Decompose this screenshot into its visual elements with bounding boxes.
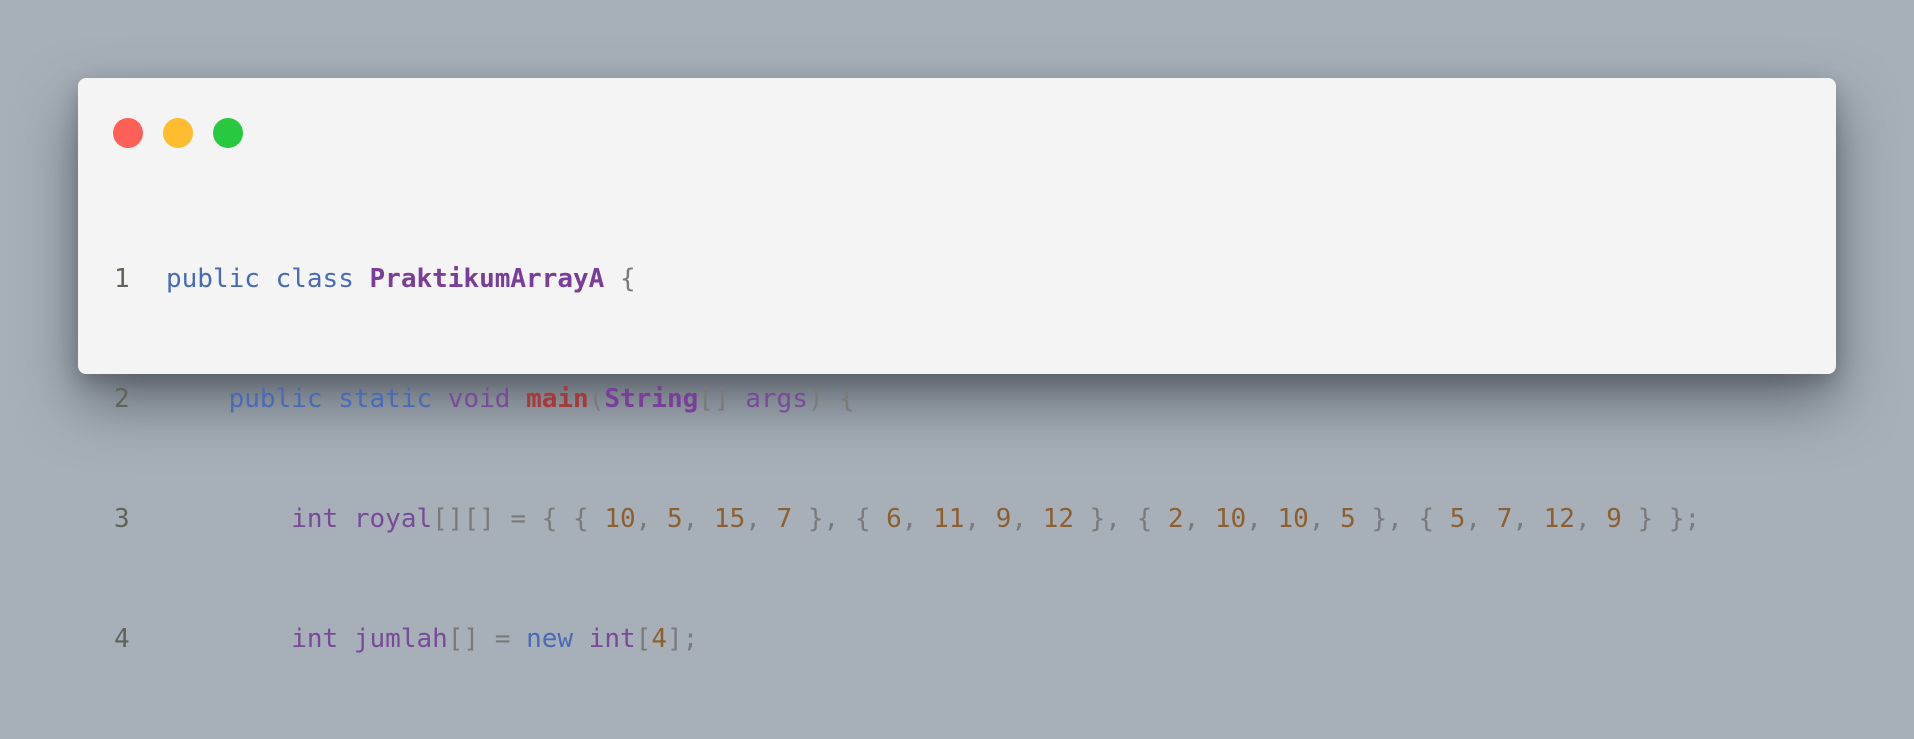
code-token: , bbox=[964, 504, 996, 534]
code-token: , bbox=[1465, 504, 1497, 534]
code-token: int bbox=[291, 504, 339, 534]
code-token: 5 bbox=[1449, 504, 1466, 534]
code-token: { bbox=[604, 264, 636, 294]
code-line: 1 public class PraktikumArrayA { bbox=[114, 259, 1700, 299]
code-token: [][] = { { bbox=[432, 504, 605, 534]
code-token: int bbox=[291, 624, 339, 654]
code-line-text: int royal[][] = { { 10, 5, 15, 7 }, { 6,… bbox=[166, 499, 1700, 539]
line-number: 2 bbox=[114, 384, 130, 414]
code-token: PraktikumArrayA bbox=[369, 264, 605, 294]
code-token: royal bbox=[353, 504, 433, 534]
code-token: 12 bbox=[1042, 504, 1074, 534]
code-block: 1 public class PraktikumArrayA { 2 publi… bbox=[114, 179, 1700, 739]
minimize-dot-icon[interactable] bbox=[163, 118, 193, 148]
code-token: String bbox=[604, 384, 699, 414]
code-token: class bbox=[275, 264, 354, 294]
code-token: [] bbox=[698, 384, 746, 414]
code-line: 2 public static void main(String[] args)… bbox=[114, 379, 1700, 419]
code-token: 2 bbox=[1167, 504, 1184, 534]
code-token: , bbox=[1246, 504, 1278, 534]
code-token: [] = bbox=[447, 624, 527, 654]
code-token: , bbox=[1512, 504, 1544, 534]
code-token: ( bbox=[588, 384, 605, 414]
code-token: [ bbox=[635, 624, 652, 654]
code-token: static bbox=[338, 384, 433, 414]
code-token: 12 bbox=[1543, 504, 1575, 534]
code-token: , bbox=[901, 504, 934, 534]
close-dot-icon[interactable] bbox=[113, 118, 143, 148]
code-token: , bbox=[1308, 504, 1341, 534]
code-token: jumlah bbox=[353, 624, 448, 654]
code-token: main bbox=[526, 384, 589, 414]
window-controls bbox=[113, 118, 243, 148]
code-token: 9 bbox=[995, 504, 1012, 534]
code-token: public bbox=[228, 384, 323, 414]
line-number: 1 bbox=[114, 264, 130, 294]
code-token: 5 bbox=[1340, 504, 1356, 534]
code-token: 15 bbox=[713, 504, 746, 534]
code-token: ]; bbox=[666, 624, 699, 654]
code-token: args bbox=[745, 384, 808, 414]
code-line-text: public class PraktikumArrayA { bbox=[166, 259, 636, 299]
code-line-text: public static void main(String[] args) { bbox=[166, 379, 855, 419]
code-token: void bbox=[447, 384, 511, 414]
code-token: 7 bbox=[1496, 504, 1513, 534]
code-token: 11 bbox=[933, 504, 965, 534]
code-token: 6 bbox=[886, 504, 902, 534]
maximize-dot-icon[interactable] bbox=[213, 118, 243, 148]
code-token: , bbox=[1183, 504, 1215, 534]
code-token: ) { bbox=[807, 384, 855, 414]
code-token: 10 bbox=[1214, 504, 1247, 534]
code-token: }, { bbox=[1355, 504, 1450, 534]
code-token: 10 bbox=[1277, 504, 1309, 534]
code-token: , bbox=[1574, 504, 1607, 534]
code-token: 5 bbox=[666, 504, 683, 534]
code-token: }, { bbox=[1074, 504, 1168, 534]
code-token: 4 bbox=[651, 624, 667, 654]
code-token: public bbox=[166, 264, 260, 294]
code-token: }, { bbox=[792, 504, 887, 534]
code-token: int bbox=[588, 624, 636, 654]
code-line-text: int jumlah[] = new int[4]; bbox=[166, 619, 698, 659]
code-token: , bbox=[682, 504, 714, 534]
code-token: , bbox=[745, 504, 777, 534]
code-token: 9 bbox=[1606, 504, 1622, 534]
code-line: 3 int royal[][] = { { 10, 5, 15, 7 }, { … bbox=[114, 499, 1700, 539]
code-token: 10 bbox=[604, 504, 636, 534]
code-window: 1 public class PraktikumArrayA { 2 publi… bbox=[78, 78, 1836, 654]
code-token: , bbox=[635, 504, 667, 534]
code-line: 4 int jumlah[] = new int[4]; bbox=[114, 619, 1700, 659]
code-token: 7 bbox=[776, 504, 793, 534]
code-token: } }; bbox=[1621, 504, 1701, 534]
line-number: 3 bbox=[114, 504, 130, 534]
code-token: new bbox=[526, 624, 574, 654]
code-token: , bbox=[1011, 504, 1043, 534]
line-number: 4 bbox=[114, 624, 130, 654]
